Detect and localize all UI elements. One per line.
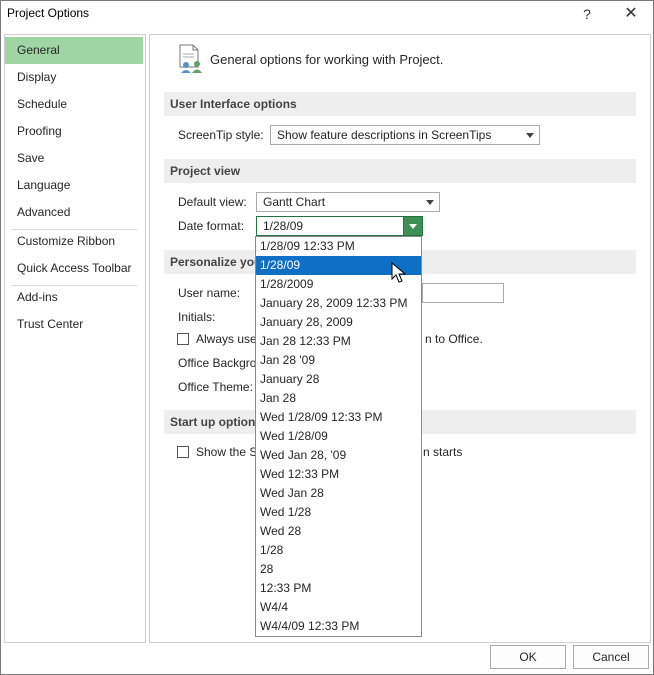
- date-format-option[interactable]: Wed 1/28: [256, 503, 421, 522]
- mouse-cursor-icon: [391, 262, 407, 283]
- nav-item-quick-access-toolbar[interactable]: Quick Access Toolbar: [5, 255, 143, 282]
- default-view-label: Default view:: [178, 195, 247, 209]
- help-icon[interactable]: ?: [569, 1, 605, 27]
- cancel-button[interactable]: Cancel: [573, 645, 649, 669]
- date-format-option[interactable]: 1/28/09 12:33 PM: [256, 237, 421, 256]
- date-format-option[interactable]: January 28: [256, 370, 421, 389]
- nav-item-customize-ribbon[interactable]: Customize Ribbon: [5, 228, 143, 255]
- screentip-style-label: ScreenTip style:: [178, 128, 264, 142]
- date-format-option[interactable]: Wed Jan 28, '09: [256, 446, 421, 465]
- nav-item-proofing[interactable]: Proofing: [5, 118, 143, 145]
- date-format-dropdown-list: 1/28/09 12:33 PM 1/28/09 1/28/2009 Janua…: [255, 236, 422, 637]
- default-view-value: Gantt Chart: [263, 195, 326, 209]
- date-format-label: Date format:: [178, 219, 245, 233]
- nav-item-advanced[interactable]: Advanced: [5, 199, 143, 226]
- date-format-select[interactable]: 1/28/09: [256, 216, 423, 236]
- chevron-down-icon[interactable]: [403, 217, 422, 235]
- nav-item-schedule[interactable]: Schedule: [5, 91, 143, 118]
- chevron-down-icon: [421, 193, 439, 211]
- date-format-option[interactable]: W4/4: [256, 598, 421, 617]
- date-format-option[interactable]: Wed 1/28/09: [256, 427, 421, 446]
- nav-item-language[interactable]: Language: [5, 172, 143, 199]
- date-format-option[interactable]: Jan 28 12:33 PM: [256, 332, 421, 351]
- date-format-option[interactable]: Jan 28: [256, 389, 421, 408]
- date-format-option[interactable]: W4/4/09 12:33 PM: [256, 617, 421, 636]
- user-name-input[interactable]: [422, 283, 504, 303]
- general-options-icon: [179, 44, 202, 73]
- date-format-option[interactable]: Jan 28 '09: [256, 351, 421, 370]
- screentip-style-value: Show feature descriptions in ScreenTips: [277, 128, 492, 142]
- user-name-label: User name:: [178, 286, 241, 300]
- chevron-down-icon: [521, 126, 539, 144]
- date-format-option[interactable]: 12:33 PM: [256, 579, 421, 598]
- default-view-select[interactable]: Gantt Chart: [256, 192, 440, 212]
- date-format-option[interactable]: Wed 1/28/09 12:33 PM: [256, 408, 421, 427]
- date-format-value: 1/28/09: [263, 219, 304, 233]
- nav-item-add-ins[interactable]: Add-ins: [5, 284, 143, 311]
- intro-text: General options for working with Project…: [210, 52, 444, 67]
- screentip-style-select[interactable]: Show feature descriptions in ScreenTips: [270, 125, 540, 145]
- date-format-option[interactable]: 28: [256, 560, 421, 579]
- date-format-option[interactable]: Wed Jan 28: [256, 484, 421, 503]
- section-header-project-view: Project view: [164, 159, 636, 183]
- date-format-option[interactable]: Wed 12:33 PM: [256, 465, 421, 484]
- office-background-label: Office Backgro: [178, 356, 257, 370]
- date-format-option[interactable]: January 28, 2009 12:33 PM: [256, 294, 421, 313]
- initials-label: Initials:: [178, 310, 216, 324]
- nav-item-trust-center[interactable]: Trust Center: [5, 311, 143, 338]
- office-theme-label: Office Theme:: [178, 380, 253, 394]
- always-use-checkbox[interactable]: [177, 333, 189, 345]
- show-start-screen-checkbox[interactable]: [177, 446, 189, 458]
- nav-item-general[interactable]: General: [5, 37, 143, 64]
- date-format-option[interactable]: 1/28: [256, 541, 421, 560]
- always-use-label-tail: n to Office.: [425, 332, 483, 346]
- show-start-screen-label-tail: n starts: [423, 445, 463, 459]
- date-format-option[interactable]: January 28, 2009: [256, 313, 421, 332]
- date-format-option[interactable]: Wed 28: [256, 522, 421, 541]
- close-icon[interactable]: ✕: [613, 1, 649, 27]
- options-nav: General Display Schedule Proofing Save L…: [4, 34, 146, 643]
- nav-item-display[interactable]: Display: [5, 64, 143, 91]
- show-start-screen-label: Show the S: [196, 445, 258, 459]
- nav-item-save[interactable]: Save: [5, 145, 143, 172]
- section-header-ui-options: User Interface options: [164, 92, 636, 116]
- always-use-label: Always use: [196, 332, 257, 346]
- title-bar: Project Options ? ✕: [1, 1, 653, 27]
- window-title: Project Options: [7, 6, 90, 20]
- ok-button[interactable]: OK: [490, 645, 566, 669]
